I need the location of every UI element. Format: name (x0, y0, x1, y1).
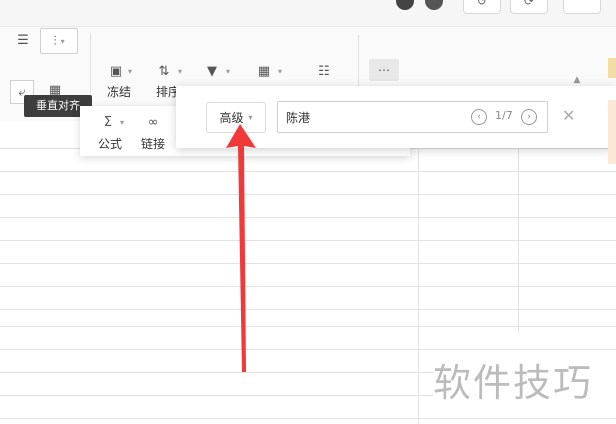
user-avatar-icon[interactable] (396, 0, 414, 10)
search-input[interactable] (286, 107, 456, 127)
link-label[interactable]: 链接 (141, 135, 165, 152)
sort-icon[interactable]: ⇅ (156, 63, 172, 79)
match-counter: 1/7 (495, 109, 513, 122)
history-button[interactable]: ↺ (463, 0, 501, 14)
vertical-align-icon: ⫶ (53, 33, 57, 49)
freeze-label[interactable]: 冻结 (107, 83, 131, 100)
side-strip (608, 30, 616, 164)
next-icon[interactable]: › (521, 109, 537, 125)
annotation-arrow (226, 124, 256, 372)
refresh-button[interactable]: ⟳ (510, 0, 548, 14)
more-button[interactable]: ⋯ (369, 59, 399, 81)
filter-icon[interactable]: ▼ (204, 63, 220, 79)
data-icon[interactable]: ☷ (316, 63, 332, 79)
more-menu-button[interactable] (563, 0, 601, 14)
watermark: 软件技巧 (433, 352, 616, 414)
freeze-icon[interactable]: ▣ (108, 63, 124, 79)
divider (90, 33, 91, 93)
prev-icon[interactable]: ‹ (471, 109, 487, 125)
collapse-ribbon-icon[interactable]: ▲ (570, 75, 584, 85)
search-box: ‹ 1/7 › (277, 101, 548, 133)
close-icon[interactable]: ✕ (562, 106, 575, 125)
table-icon[interactable]: ▦ (256, 63, 272, 79)
link-icon[interactable]: ∞ (143, 114, 163, 130)
formula-label[interactable]: 公式 (98, 135, 122, 152)
divider (358, 35, 359, 91)
title-bar: ↺ ⟳ (0, 0, 616, 26)
sum-icon[interactable]: Σ (100, 114, 116, 130)
collaborator-avatar-icon[interactable] (425, 0, 443, 10)
align-right-icon[interactable]: ☰ (14, 31, 32, 49)
vertical-align-button[interactable]: ⫶ ▾ (40, 28, 78, 54)
